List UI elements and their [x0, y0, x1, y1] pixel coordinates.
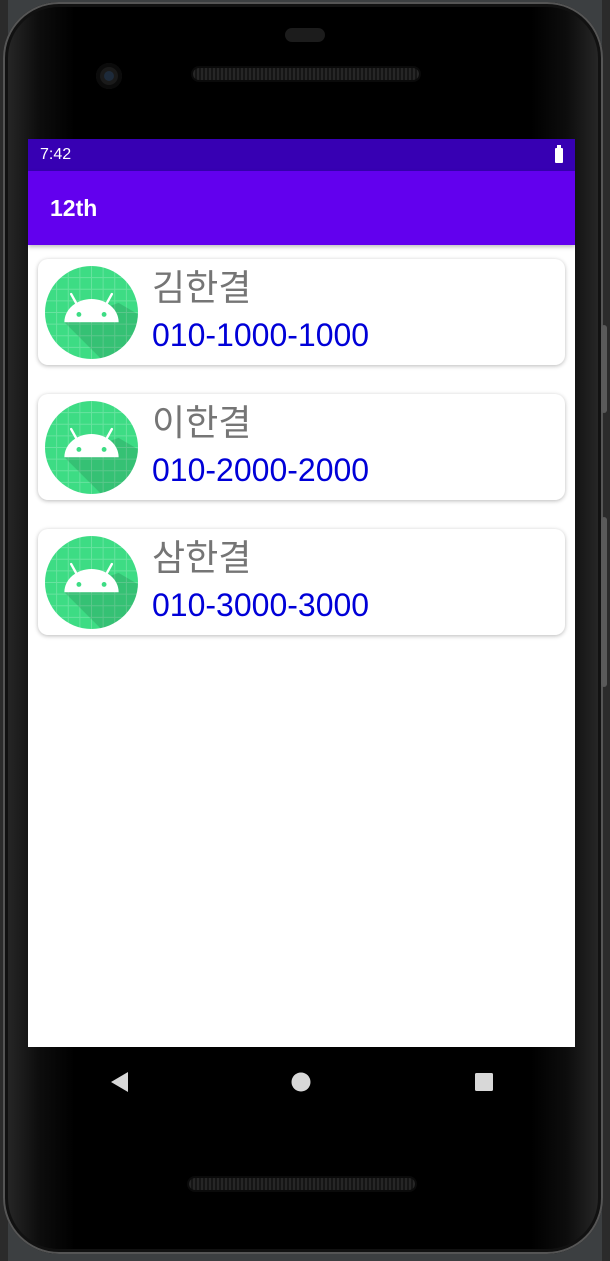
contact-list[interactable]: 김한결 010-1000-1000 이한결 010-2000-2000 삼한결 … — [28, 245, 575, 635]
android-icon — [45, 401, 138, 494]
back-button[interactable] — [89, 1062, 149, 1102]
contact-name: 이한결 — [152, 403, 252, 444]
volume-rocker[interactable] — [601, 517, 607, 687]
front-camera-icon — [96, 63, 122, 89]
contact-phone: 010-2000-2000 — [152, 452, 370, 488]
contact-card[interactable]: 김한결 010-1000-1000 — [38, 259, 565, 365]
home-button[interactable] — [271, 1062, 331, 1102]
power-button[interactable] — [601, 325, 607, 413]
status-bar: 7:42 — [28, 139, 575, 171]
top-speaker-grille — [193, 68, 419, 80]
android-icon — [45, 266, 138, 359]
back-triangle-icon — [111, 1072, 129, 1092]
device-screen: 7:42 12th 김한결 010-1000-1000 이한결 010-2000… — [28, 139, 575, 1047]
contact-card[interactable]: 삼한결 010-3000-3000 — [38, 529, 565, 635]
contact-name: 김한결 — [152, 268, 252, 309]
contact-phone: 010-1000-1000 — [152, 317, 370, 353]
android-icon — [45, 536, 138, 629]
battery-full-icon — [555, 144, 563, 163]
contact-card[interactable]: 이한결 010-2000-2000 — [38, 394, 565, 500]
contact-name: 삼한결 — [152, 538, 252, 579]
status-time: 7:42 — [40, 146, 72, 163]
app-title: 12th — [50, 194, 98, 221]
home-circle-icon — [291, 1072, 311, 1092]
recents-square-icon — [474, 1073, 493, 1091]
app-bar: 12th — [28, 171, 575, 245]
contact-phone: 010-3000-3000 — [152, 587, 370, 623]
bottom-speaker-grille — [189, 1178, 415, 1190]
recents-button[interactable] — [454, 1062, 514, 1102]
earpiece — [285, 28, 325, 42]
system-navigation-bar — [28, 1047, 575, 1117]
